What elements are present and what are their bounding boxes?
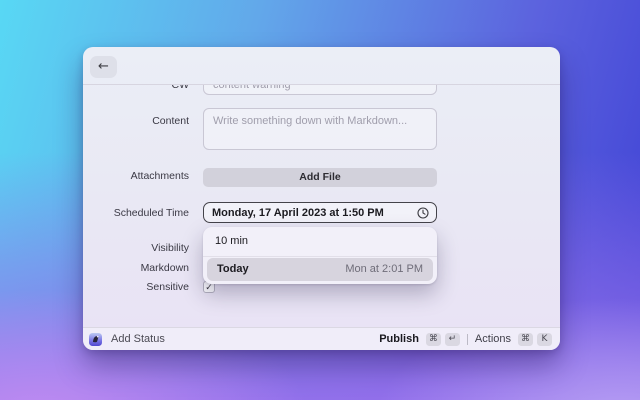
footer-title: Add Status — [111, 333, 165, 345]
attachments-label: Attachments — [130, 170, 189, 182]
dropdown-separator — [203, 256, 437, 257]
back-button[interactable]: ← — [90, 56, 117, 78]
scheduled-time-input[interactable] — [203, 202, 437, 223]
compose-form: CW Content Attachments Add File Schedule… — [83, 85, 560, 327]
footer-group-divider — [466, 333, 468, 345]
dropdown-option-today[interactable]: Today Mon at 2:01 PM — [207, 258, 433, 281]
markdown-label: Markdown — [140, 262, 189, 274]
dropdown-option-label: 10 min — [215, 235, 249, 247]
dropdown-option-label: Today — [217, 263, 249, 275]
content-input[interactable] — [203, 108, 437, 150]
footer-bar: Add Status Publish ⌘ ↵ Actions ⌘ K — [83, 327, 560, 350]
clock-icon[interactable] — [417, 206, 429, 219]
k-key[interactable]: K — [537, 332, 552, 346]
dropdown-option-detail: Mon at 2:01 PM — [345, 263, 423, 275]
titlebar: ← — [83, 47, 560, 84]
return-key[interactable]: ↵ — [444, 332, 460, 346]
scheduled-time-label: Scheduled Time — [113, 207, 189, 219]
actions-group[interactable]: Actions ⌘ K — [475, 332, 552, 346]
cw-label: CW — [171, 85, 190, 91]
visibility-label: Visibility — [151, 242, 189, 254]
compose-window: ← CW Content Attachments Add File Schedu… — [83, 47, 560, 350]
dropdown-option-10min[interactable]: 10 min — [203, 227, 437, 256]
content-label: Content — [152, 115, 189, 127]
app-icon — [89, 332, 102, 346]
publish-group[interactable]: Publish ⌘ ↵ — [379, 332, 460, 346]
add-file-button[interactable]: Add File — [203, 167, 437, 187]
command-key[interactable]: ⌘ — [425, 332, 441, 346]
command-key[interactable]: ⌘ — [518, 332, 533, 346]
cw-input[interactable] — [203, 85, 437, 95]
publish-button[interactable]: Publish — [379, 333, 419, 345]
schedule-dropdown: 10 min Today Mon at 2:01 PM — [203, 227, 437, 284]
actions-button[interactable]: Actions — [475, 333, 511, 345]
sensitive-label: Sensitive — [146, 281, 189, 293]
